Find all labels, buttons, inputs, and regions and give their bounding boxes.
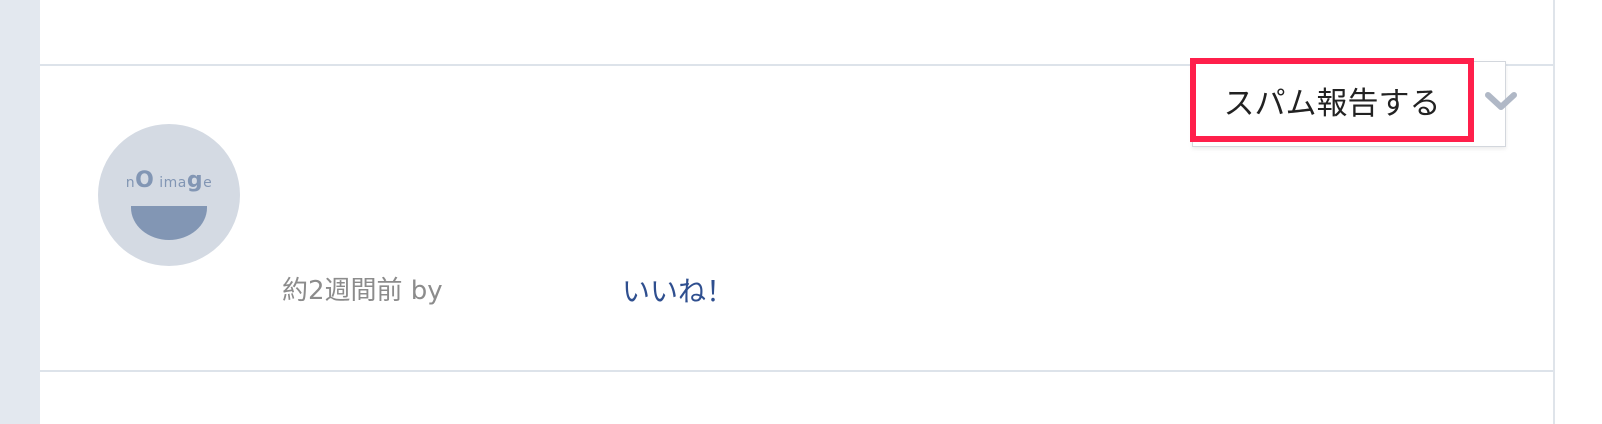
chevron-down-icon[interactable] (1484, 88, 1518, 114)
comment-page: nO image 約2週間前 by いいね！ スパム報告する (0, 0, 1602, 424)
like-button[interactable]: いいね！ (622, 270, 734, 310)
divider-bottom (40, 370, 1553, 372)
avatar-smile-shape (131, 206, 207, 240)
left-rail (0, 0, 40, 424)
spam-report-menu-item[interactable]: スパム報告する (1190, 58, 1474, 142)
right-border (1553, 0, 1555, 424)
avatar[interactable]: nO image (98, 124, 240, 266)
no-image-logo: nO image (125, 168, 213, 193)
comment-meta: 約2週間前 by (282, 276, 443, 306)
